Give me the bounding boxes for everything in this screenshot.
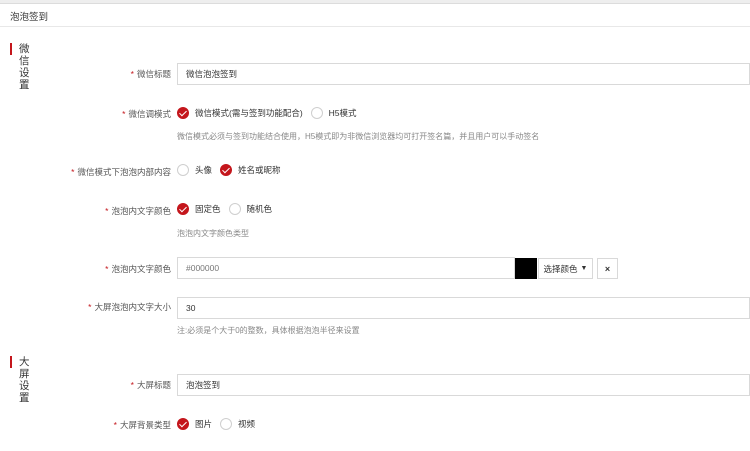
label-text: 微信调模式 [128,109,171,119]
radio-checked-icon [177,107,189,119]
label-text: 微信模式下泡泡内部内容 [77,167,171,177]
bubble-content-label: * 微信模式下泡泡内部内容 [71,166,171,178]
required-mark: * [130,69,134,79]
radio-h5-mode[interactable]: H5模式 [310,107,357,119]
required-mark: * [105,264,109,274]
radio-checked-icon [220,164,233,176]
text-color-mode-label: * 泡泡内文字颜色 [105,205,171,217]
caret-down-icon: ▼ [580,265,588,272]
font-size-input[interactable]: 30 [177,297,750,319]
radio-label: 姓名或昵称 [238,165,281,175]
divider [0,26,750,27]
radio-label: 图片 [195,419,213,429]
text-color-label: * 泡泡内文字颜色 [105,263,171,275]
required-mark: * [71,167,75,177]
label-text: 大屏背景类型 [119,420,171,430]
radio-unchecked-icon [228,203,241,215]
bubble-content-radio-group: 头像 姓名或昵称 [177,164,289,176]
radio-image[interactable]: 图片 [177,418,212,430]
radio-video[interactable]: 视频 [220,418,255,430]
radio-label: 头像 [195,165,213,175]
label-text: 泡泡内文字颜色 [111,206,171,216]
radio-unchecked-icon [177,164,189,176]
bg-type-label: * 大屏背景类型 [114,419,171,431]
label-text: 微信标题 [136,69,171,79]
text-color-input[interactable]: #000000 [177,257,515,279]
wx-title-label: * 微信标题 [131,68,171,80]
required-mark: * [113,420,117,430]
section-title: 微信设置 [19,43,30,91]
radio-label: 固定色 [195,204,221,214]
radio-avatar[interactable]: 头像 [177,164,212,176]
bg-type-radio-group: 图片 视频 [177,418,263,430]
radio-label: 微信模式(需与签到功能配合) [195,108,303,118]
radio-label: 随机色 [246,204,273,214]
label-text: 大屏泡泡内文字大小 [94,302,171,312]
clear-color-button[interactable]: × [597,258,618,279]
required-mark: * [122,109,126,119]
text-color-mode-radio-group: 固定色 随机色 [177,203,280,215]
radio-label: H5模式 [328,108,357,118]
section-accent-bar [10,356,12,368]
color-swatch [515,258,537,279]
radio-random-color[interactable]: 随机色 [228,203,273,215]
label-text: 大屏标题 [136,380,171,390]
wx-mode-label: * 微信调模式 [122,108,171,120]
font-size-help: 注:必须是个大于0的整数，具体根据泡泡半径来设置 [177,326,360,335]
label-text: 泡泡内文字颜色 [111,264,171,274]
radio-unchecked-icon [220,418,233,430]
radio-unchecked-icon [310,107,323,119]
radio-wechat-mode[interactable]: 微信模式(需与签到功能配合) [177,107,303,119]
required-mark: * [105,206,109,216]
radio-checked-icon [177,418,189,430]
section-accent-bar [10,43,12,55]
button-label: 选择颜色 [543,263,578,274]
wx-title-input[interactable]: 微信泡泡签到 [177,63,750,85]
wx-mode-radio-group: 微信模式(需与签到功能配合) H5模式 [177,107,365,119]
radio-checked-icon [177,203,189,215]
section-title: 大屏设置 [19,356,30,404]
page-title: 泡泡签到 [10,12,49,23]
pick-color-button[interactable]: 选择颜色 ▼ [538,258,593,279]
required-mark: * [88,302,92,312]
wx-mode-help: 微信模式必须与签到功能结合使用，H5模式即为非微信浏览器均可打开签名篇，并且用户… [177,132,540,141]
text-color-mode-help: 泡泡内文字颜色类型 [177,229,249,238]
radio-label: 视频 [238,419,256,429]
font-size-label: * 大屏泡泡内文字大小 [88,301,171,313]
radio-fixed-color[interactable]: 固定色 [177,203,221,215]
top-bar [0,0,750,4]
required-mark: * [130,380,134,390]
radio-name-nickname[interactable]: 姓名或昵称 [220,164,281,176]
screen-title-label: * 大屏标题 [131,379,171,391]
screen-title-input[interactable]: 泡泡签到 [177,374,750,396]
